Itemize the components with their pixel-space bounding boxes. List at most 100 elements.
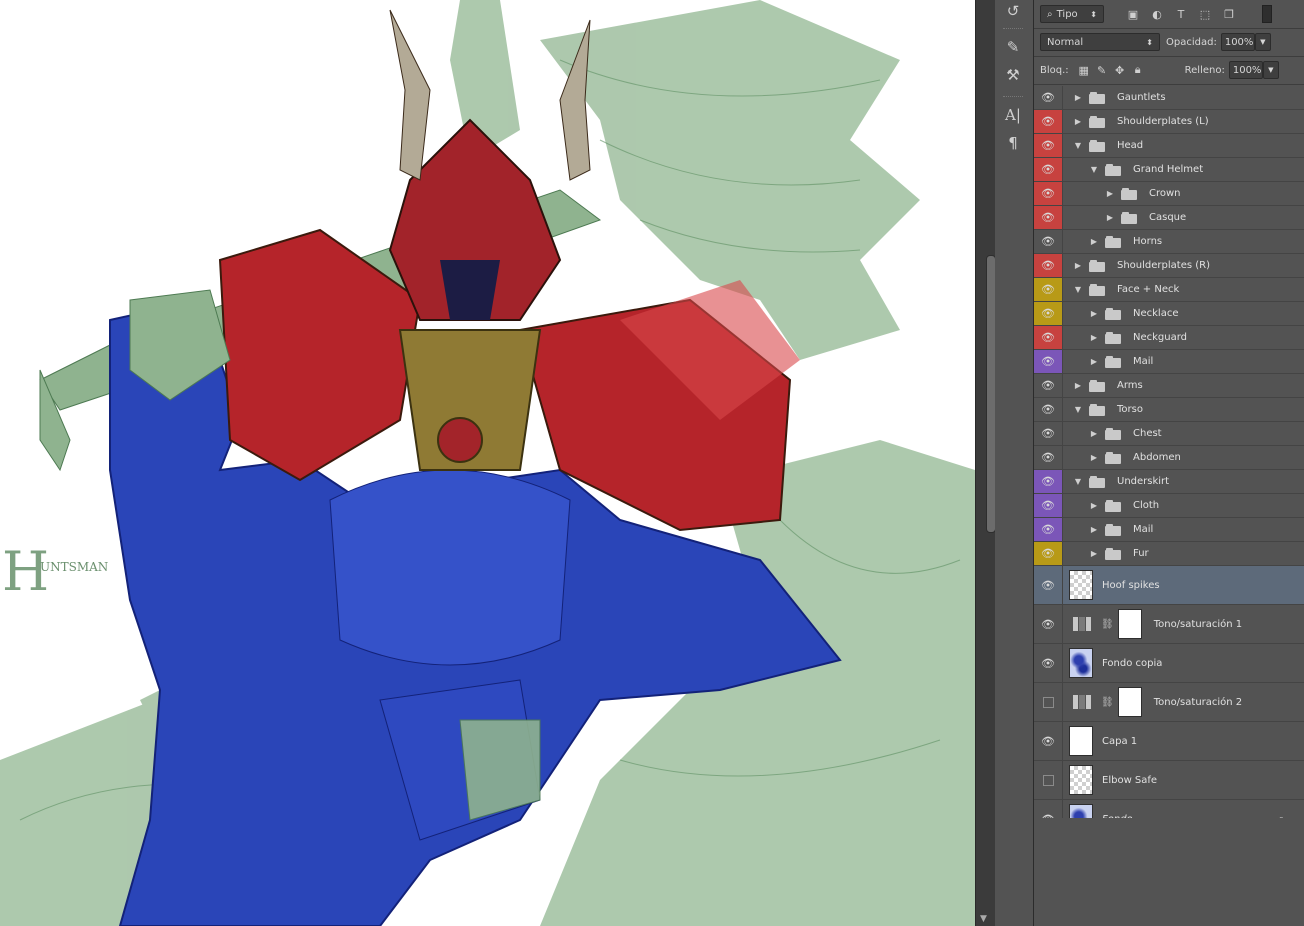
adjustment-layer-row[interactable]: ⛓ Tono/saturación 2 (1034, 683, 1304, 722)
layer-group-row[interactable]: 👁︎ ▶ Abdomen (1034, 446, 1304, 470)
visibility-toggle[interactable]: 👁︎ (1034, 182, 1063, 205)
expand-triangle-icon[interactable]: ▶ (1087, 453, 1101, 462)
layer-name[interactable]: Neckguard (1133, 332, 1187, 343)
layer-thumbnail[interactable] (1069, 648, 1093, 678)
collapse-triangle-icon[interactable]: ▼ (1087, 165, 1101, 174)
layer-group-row[interactable]: 👁︎ ▶ Shoulderplates (R) (1034, 254, 1304, 278)
filter-type-icon[interactable]: T (1174, 7, 1188, 21)
visibility-toggle[interactable]: 👁︎ (1034, 605, 1063, 643)
layer-group-row[interactable]: 👁︎ ▼ Underskirt (1034, 470, 1304, 494)
layer-name[interactable]: Mail (1133, 356, 1153, 367)
expand-triangle-icon[interactable]: ▶ (1087, 357, 1101, 366)
layer-name[interactable]: Casque (1149, 212, 1186, 223)
fill-slider-button[interactable]: ▼ (1262, 61, 1279, 79)
visibility-toggle[interactable]: 👁︎ (1034, 374, 1063, 397)
visibility-toggle[interactable]: 👁︎ (1034, 722, 1063, 760)
visibility-toggle[interactable]: 👁︎ (1034, 302, 1063, 325)
collapse-triangle-icon[interactable]: ▼ (1071, 477, 1085, 486)
layer-group-row[interactable]: 👁︎ ▶ Fur (1034, 542, 1304, 566)
layer-name[interactable]: Crown (1149, 188, 1181, 199)
expand-triangle-icon[interactable]: ▶ (1103, 213, 1117, 222)
layer-group-row[interactable]: 👁︎ ▶ Neckguard (1034, 326, 1304, 350)
filter-kind-dropdown[interactable]: ⌕ Tipo ⬍ (1040, 5, 1104, 23)
filter-pixel-icon[interactable]: ▣ (1126, 7, 1140, 21)
visibility-toggle[interactable]: 👁︎ (1034, 446, 1063, 469)
visibility-toggle[interactable]: 👁︎ (1034, 566, 1063, 604)
adjustment-layer-row[interactable]: 👁︎ ⛓ Tono/saturación 1 (1034, 605, 1304, 644)
layer-group-row[interactable]: 👁︎ ▶ Cloth (1034, 494, 1304, 518)
layer-name[interactable]: Shoulderplates (R) (1117, 260, 1210, 271)
layer-group-row[interactable]: 👁︎ ▶ Arms (1034, 374, 1304, 398)
expand-triangle-icon[interactable]: ▶ (1087, 549, 1101, 558)
filter-shape-icon[interactable]: ⬚ (1198, 7, 1212, 21)
layer-name[interactable]: Horns (1133, 236, 1162, 247)
layer-name[interactable]: Cloth (1133, 500, 1159, 511)
expand-triangle-icon[interactable]: ▶ (1087, 525, 1101, 534)
layer-name[interactable]: Hoof spikes (1102, 580, 1160, 591)
layer-thumbnail[interactable] (1069, 570, 1093, 600)
layer-name[interactable]: Grand Helmet (1133, 164, 1203, 175)
layer-name[interactable]: Gauntlets (1117, 92, 1166, 103)
layer-group-row[interactable]: 👁︎ ▼ Head (1034, 134, 1304, 158)
layer-name[interactable]: Arms (1117, 380, 1143, 391)
layer-name[interactable]: Fur (1133, 548, 1149, 559)
layer-group-row[interactable]: 👁︎ ▶ Mail (1034, 518, 1304, 542)
layer-group-row[interactable]: 👁︎ ▶ Horns (1034, 230, 1304, 254)
layer-group-row[interactable]: 👁︎ ▶ Casque (1034, 206, 1304, 230)
visibility-toggle[interactable]: 👁︎ (1034, 470, 1063, 493)
layer-name[interactable]: Mail (1133, 524, 1153, 535)
lock-all-icon[interactable]: 🔒︎ (1131, 63, 1145, 77)
layer-thumbnail[interactable] (1069, 765, 1093, 795)
visibility-toggle[interactable]: 👁︎ (1034, 398, 1063, 421)
expand-triangle-icon[interactable]: ▶ (1071, 381, 1085, 390)
layer-name[interactable]: Head (1117, 140, 1143, 151)
layer-name[interactable]: Necklace (1133, 308, 1178, 319)
layer-name[interactable]: Elbow Safe (1102, 775, 1157, 786)
visibility-toggle[interactable]: 👁︎ (1034, 230, 1063, 253)
clone-source-icon[interactable]: ⚒ (1000, 64, 1026, 86)
layer-name[interactable]: Shoulderplates (L) (1117, 116, 1209, 127)
visibility-toggle[interactable]: 👁︎ (1034, 86, 1063, 109)
expand-triangle-icon[interactable]: ▶ (1071, 117, 1085, 126)
filter-adjustment-icon[interactable]: ◐ (1150, 7, 1164, 21)
brush-presets-icon[interactable]: ✎ (1000, 36, 1026, 58)
layer-group-row[interactable]: 👁︎ ▼ Torso (1034, 398, 1304, 422)
canvas-vertical-scrollbar[interactable]: ▼ (975, 0, 996, 926)
layer-name[interactable]: Abdomen (1133, 452, 1181, 463)
fill-input[interactable]: 100% (1228, 61, 1263, 79)
visibility-toggle[interactable]: 👁︎ (1034, 644, 1063, 682)
layer-name[interactable]: Tono/saturación 2 (1154, 697, 1242, 708)
document-canvas[interactable]: H UNTSMAN (0, 0, 975, 926)
blend-mode-dropdown[interactable]: Normal ⬍ (1040, 33, 1160, 51)
layer-thumbnail[interactable] (1069, 726, 1093, 756)
layer-name[interactable]: Tono/saturación 1 (1154, 619, 1242, 630)
visibility-toggle[interactable]: 👁︎ (1034, 278, 1063, 301)
opacity-input[interactable]: 100% (1220, 33, 1255, 51)
lock-position-icon[interactable]: ✥ (1113, 63, 1127, 77)
collapse-triangle-icon[interactable]: ▼ (1071, 405, 1085, 414)
scroll-down-arrow-icon[interactable]: ▼ (980, 914, 987, 924)
visibility-toggle[interactable]: 👁︎ (1034, 326, 1063, 349)
visibility-toggle[interactable]: 👁︎ (1034, 110, 1063, 133)
opacity-slider-button[interactable]: ▼ (1254, 33, 1271, 51)
expand-triangle-icon[interactable]: ▶ (1071, 261, 1085, 270)
mask-link-icon[interactable]: ⛓ (1101, 697, 1114, 708)
collapse-triangle-icon[interactable]: ▼ (1071, 285, 1085, 294)
history-icon[interactable]: ↺ (1000, 0, 1026, 22)
expand-triangle-icon[interactable]: ▶ (1103, 189, 1117, 198)
visibility-toggle[interactable]: 👁︎ (1034, 206, 1063, 229)
visibility-toggle[interactable]: 👁︎ (1034, 542, 1063, 565)
layer-name[interactable]: Chest (1133, 428, 1162, 439)
visibility-toggle[interactable]: 👁︎ (1034, 350, 1063, 373)
lock-transparent-pixels-icon[interactable]: ▦ (1077, 63, 1091, 77)
expand-triangle-icon[interactable]: ▶ (1087, 309, 1101, 318)
layer-row[interactable]: Elbow Safe (1034, 761, 1304, 800)
layer-group-row[interactable]: 👁︎ ▶ Gauntlets (1034, 86, 1304, 110)
layer-name[interactable]: Torso (1117, 404, 1143, 415)
expand-triangle-icon[interactable]: ▶ (1071, 93, 1085, 102)
layer-group-row[interactable]: 👁︎ ▶ Chest (1034, 422, 1304, 446)
layer-mask-thumbnail[interactable] (1117, 609, 1142, 639)
layer-group-row[interactable]: 👁︎ ▼ Face + Neck (1034, 278, 1304, 302)
layer-group-row[interactable]: 👁︎ ▶ Crown (1034, 182, 1304, 206)
layer-name[interactable]: Underskirt (1117, 476, 1169, 487)
